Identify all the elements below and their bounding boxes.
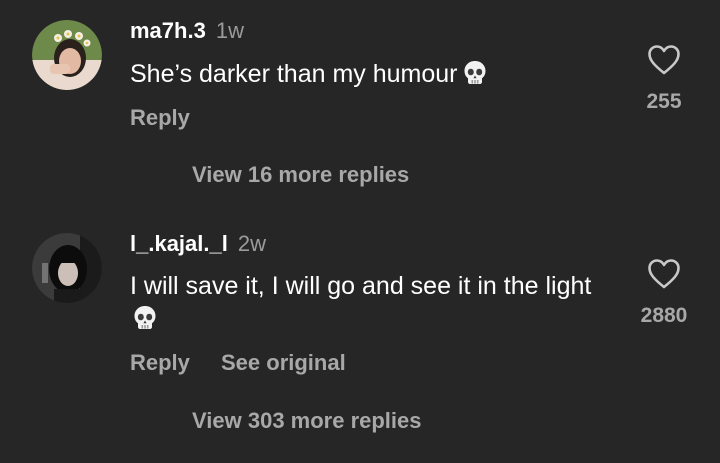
like-count: 2880 bbox=[640, 304, 688, 327]
comment-header: l_.kajal._l 2w bbox=[130, 231, 266, 257]
comment-item: l_.kajal._l 2w I will save it, I will go … bbox=[0, 0, 720, 463]
username[interactable]: l_.kajal._l bbox=[130, 231, 228, 256]
comment-text-content: I will save it, I will go and see it in … bbox=[130, 272, 592, 300]
view-more-replies-button[interactable]: View 303 more replies bbox=[192, 408, 422, 434]
see-original-button[interactable]: See original bbox=[221, 350, 346, 376]
skull-emoji-icon bbox=[131, 304, 159, 332]
timestamp: 2w bbox=[237, 231, 266, 256]
avatar[interactable] bbox=[32, 233, 102, 303]
comment-text: I will save it, I will go and see it in … bbox=[130, 270, 600, 336]
like-heart-icon[interactable] bbox=[647, 258, 681, 290]
reply-button[interactable]: Reply bbox=[130, 350, 190, 376]
